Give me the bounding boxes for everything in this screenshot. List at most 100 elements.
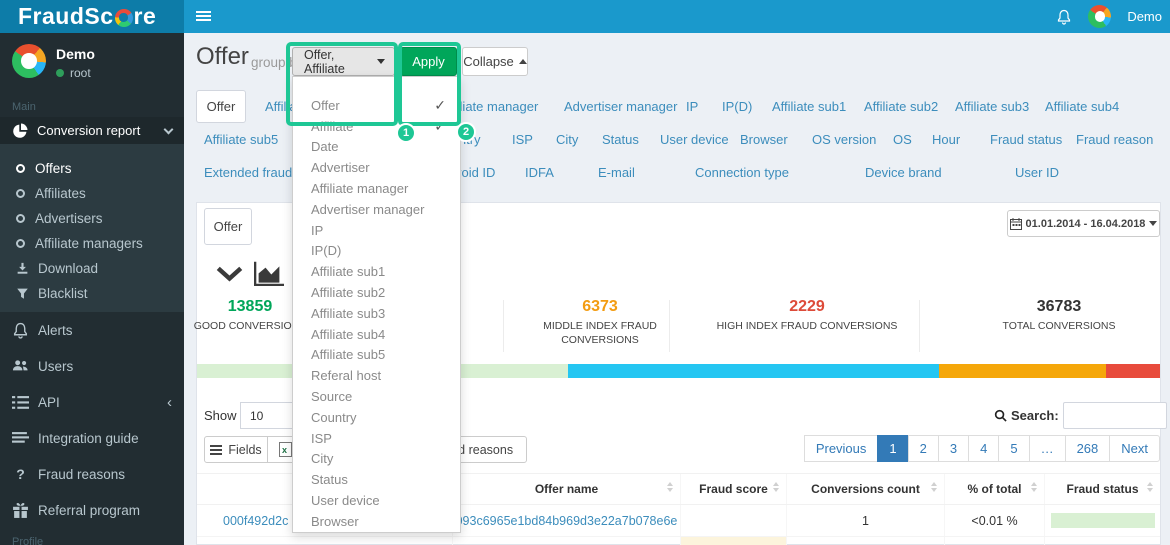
sidebar-item-referral-program[interactable]: Referral program [0,492,184,528]
tab-link[interactable]: Fraud status [990,132,1062,147]
group-by-dropdown-button[interactable]: Offer, Affiliate [292,47,395,76]
column-header-offer-name[interactable]: Offer name [452,474,680,504]
tab-link[interactable]: Affiliate sub2 [864,99,938,114]
pagination-item[interactable]: 268 [1065,435,1111,462]
fraudscore-app: FraudScre Demo Demo root Main Conversion… [0,0,1170,545]
sidebar-subitem[interactable]: Affiliates [0,181,184,206]
tab-link[interactable]: User device [660,132,729,147]
check-icon: ✓ [434,118,446,135]
date-range-button[interactable]: 01.01.2014 - 16.04.2018 [1007,210,1160,237]
dropdown-option[interactable]: Affiliate ✓ [293,116,460,137]
tab-link[interactable]: Fraud reason [1076,132,1153,147]
offer-name-link[interactable]: 093c6965e1bd84b969d3e22a7b078e6e [456,514,678,528]
sidebar-toggle-icon[interactable] [196,9,212,23]
tab-link[interactable]: ISP [512,132,533,147]
user-avatar[interactable] [1088,5,1111,28]
sidebar-item-users[interactable]: Users [0,348,184,384]
column-header-conversions-count[interactable]: Conversions count [786,474,944,504]
dropdown-option[interactable]: City ✓ [293,449,460,470]
sidebar-item-blacklist[interactable]: Blacklist [0,281,184,306]
sort-icon[interactable] [773,482,779,492]
pagination-item[interactable]: 1 [877,435,908,462]
tab-link[interactable]: OS version [812,132,876,147]
tab-link[interactable]: Affiliate sub1 [772,99,846,114]
tab-link[interactable]: Connection type [695,165,789,180]
tab-link[interactable]: IDFA [525,165,554,180]
tab-link[interactable]: OS [893,132,912,147]
pagination-item[interactable]: … [1029,435,1066,462]
dropdown-option[interactable]: Affiliate sub4 ✓ [293,324,460,345]
tab-link[interactable]: Advertiser manager [564,99,677,114]
dropdown-option[interactable]: ISP ✓ [293,428,460,449]
dropdown-option[interactable]: Date ✓ [293,137,460,158]
column-header-pct-of-total[interactable]: % of total [944,474,1044,504]
brand-logo[interactable]: FraudScre [0,0,184,33]
dropdown-option[interactable]: Offer ✓ [293,95,460,116]
sidebar-subitem[interactable]: Offers [0,156,184,181]
dropdown-option[interactable]: Affiliate manager ✓ [293,178,460,199]
pagination-item[interactable]: Previous [804,435,879,462]
tab-link[interactable]: Affiliate sub3 [955,99,1029,114]
sidebar-item-integration-guide[interactable]: Integration guide [0,420,184,456]
sidebar-item-download[interactable]: Download [0,256,184,281]
tab-link[interactable]: IP [686,99,698,114]
collapse-button[interactable]: Collapse [462,47,528,76]
pagination-item[interactable]: Next [1109,435,1160,462]
pagination-item[interactable]: 3 [938,435,969,462]
dropdown-option[interactable]: User device ✓ [293,490,460,511]
date-range-value: 01.01.2014 - 16.04.2018 [1026,218,1146,230]
offer-id-link[interactable]: 000f492d2c [223,514,288,528]
tab-link[interactable]: Hour [932,132,960,147]
dropdown-option[interactable]: Browser ✓ [293,511,460,532]
pagination-item[interactable]: 5 [998,435,1029,462]
sidebar-subitem[interactable]: Advertisers [0,206,184,231]
tab-link[interactable]: User ID [1015,165,1059,180]
dropdown-option[interactable]: IP(D) ✓ [293,241,460,262]
page-size-value: 10 [250,409,263,423]
column-header-fraud-status[interactable]: Fraud status [1044,474,1160,504]
dropdown-option[interactable]: IP ✓ [293,220,460,241]
offer-filter-box[interactable]: Offer [204,208,252,245]
user-menu[interactable]: Demo [1127,9,1162,24]
dropdown-option[interactable]: Source ✓ [293,386,460,407]
search-input[interactable] [1063,402,1167,429]
tab-link[interactable]: Browser [740,132,788,147]
area-chart-icon[interactable] [254,261,284,288]
tab-link[interactable]: City [556,132,578,147]
dropdown-option[interactable]: Country ✓ [293,407,460,428]
dropdown-option[interactable]: Referal host ✓ [293,365,460,386]
brand-text-post: re [134,3,157,30]
dropdown-option[interactable]: Affiliate sub2 ✓ [293,282,460,303]
sidebar-item-alerts[interactable]: Alerts [0,312,184,348]
dropdown-option[interactable]: Affiliate sub1 ✓ [293,261,460,282]
sort-icon[interactable] [1031,482,1037,492]
dropdown-option[interactable]: Advertiser manager ✓ [293,199,460,220]
dropdown-option[interactable]: Status ✓ [293,469,460,490]
pagination-item[interactable]: 4 [968,435,999,462]
collapse-chevron-icon[interactable] [216,266,243,282]
online-status-icon [56,69,64,77]
dropdown-option[interactable]: Affiliate sub3 ✓ [293,303,460,324]
notifications-bell-icon[interactable] [1056,8,1072,26]
tab-link[interactable]: Affiliate sub5 [204,132,278,147]
sidebar-subitem[interactable]: Affiliate managers [0,231,184,256]
dropdown-option[interactable]: Advertiser ✓ [293,157,460,178]
sort-icon[interactable] [1147,482,1153,492]
pagination-item[interactable]: 2 [908,435,939,462]
dropdown-option[interactable]: Affiliate sub5 ✓ [293,345,460,366]
sidebar-item-api[interactable]: API ‹ [0,384,184,420]
tab-link[interactable]: Affiliate sub4 [1045,99,1119,114]
fields-button[interactable]: Fields [204,436,268,463]
tab-link[interactable]: IP(D) [722,99,752,114]
sort-icon[interactable] [667,482,673,492]
sidebar-avatar[interactable] [12,44,46,78]
sidebar-item-fraud-reasons[interactable]: ? Fraud reasons [0,456,184,492]
tab-link[interactable]: Status [602,132,639,147]
column-header-fraud-score[interactable]: Fraud score [680,474,786,504]
tab-link[interactable]: Device brand [865,165,942,180]
sidebar-item-conversion-report[interactable]: Conversion report [0,117,184,144]
apply-button[interactable]: Apply [400,47,457,76]
sort-icon[interactable] [931,482,937,492]
dropdown-option-label: IP(D) [311,243,341,258]
tab-link[interactable]: E-mail [598,165,635,180]
